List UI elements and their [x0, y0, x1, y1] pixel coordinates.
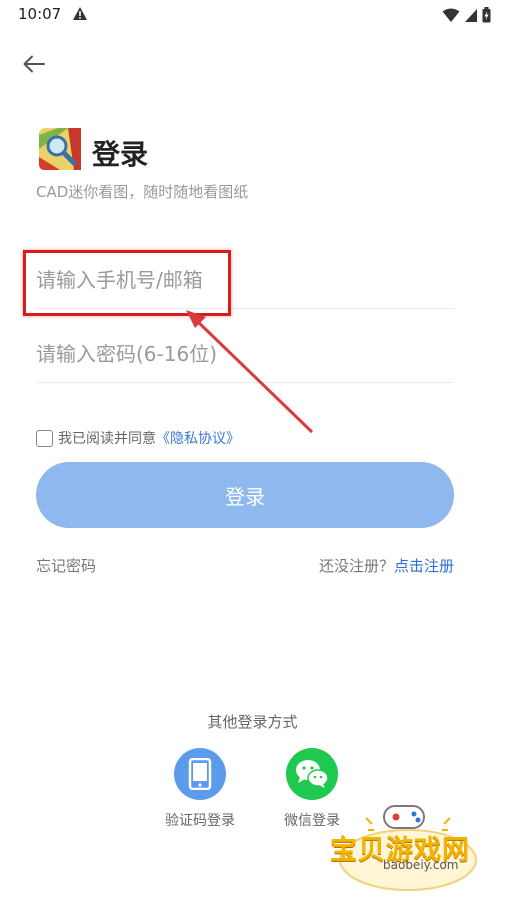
privacy-policy-link[interactable]: 《隐私协议》: [156, 428, 240, 448]
other-login-title: 其他登录方式: [207, 713, 298, 731]
divider: [36, 382, 454, 383]
page-title: 登录: [92, 138, 149, 171]
back-button[interactable]: [20, 50, 48, 78]
battery-icon: [482, 7, 491, 23]
arrow-left-icon: [23, 55, 45, 73]
agree-checkbox[interactable]: [36, 429, 53, 447]
warning-icon: [73, 7, 87, 20]
wifi-icon: [442, 8, 460, 22]
wechat-login-circle: [286, 748, 338, 800]
sms-login-circle: [174, 748, 226, 800]
forgot-password-link[interactable]: 忘记密码: [36, 555, 96, 576]
login-button[interactable]: 登录: [36, 462, 454, 528]
signal-icon: [465, 8, 477, 22]
annotation-highlight-box: [23, 250, 231, 316]
sms-login-label: 验证码登录: [165, 813, 235, 829]
status-time: 10:07: [18, 5, 62, 23]
register-link[interactable]: 点击注册: [394, 557, 454, 575]
agree-text: 我已阅读并同意: [58, 431, 156, 447]
register-row: 还没注册？点击注册: [319, 555, 454, 576]
no-account-text: 还没注册？: [318, 557, 394, 575]
status-bar: 10:07: [0, 0, 505, 30]
tagline: CAD迷你看图，随时随地看图纸: [36, 183, 249, 201]
agreement-row: 我已阅读并同意 《隐私协议》: [36, 428, 240, 448]
status-indicators: [442, 7, 491, 23]
app-logo: [39, 128, 81, 170]
phone-icon: [188, 758, 212, 790]
password-input[interactable]: [36, 334, 454, 374]
wechat-icon: [296, 760, 329, 788]
sms-login-option[interactable]: 验证码登录: [160, 748, 240, 830]
watermark-domain: baobeiy.com: [383, 858, 459, 872]
